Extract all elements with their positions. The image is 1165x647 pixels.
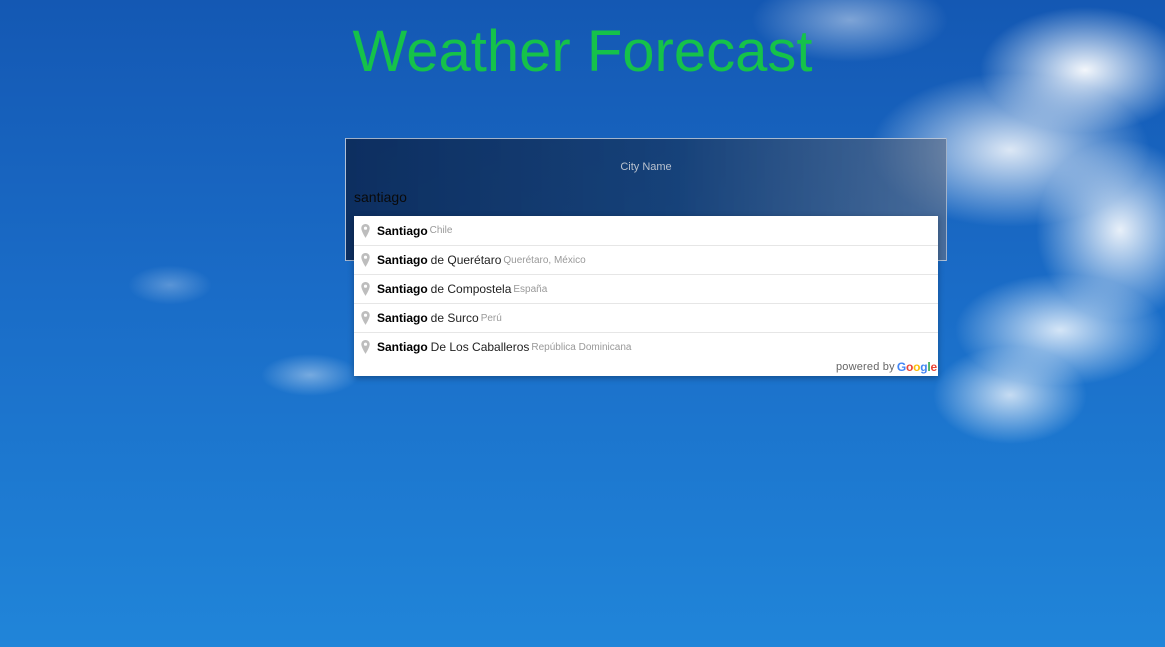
suggestion-secondary: España bbox=[513, 283, 548, 295]
suggestion-match: Santiago bbox=[377, 282, 428, 296]
suggestion-match: Santiago bbox=[377, 311, 428, 325]
suggestion-secondary: Querétaro, México bbox=[503, 254, 586, 266]
google-wordmark: Google bbox=[897, 360, 937, 374]
map-pin-icon bbox=[361, 311, 370, 325]
suggestion-item[interactable]: Santiago de Surco Perú bbox=[354, 303, 938, 332]
suggestion-match: Santiago bbox=[377, 223, 428, 238]
suggestion-match: Santiago bbox=[377, 340, 428, 354]
suggestion-rest: de Surco bbox=[430, 311, 479, 325]
map-pin-icon bbox=[361, 340, 370, 354]
suggestion-rest: De Los Caballeros bbox=[430, 340, 530, 354]
suggestion-item[interactable]: Santiago Chile bbox=[354, 216, 938, 245]
suggestion-match: Santiago bbox=[377, 253, 428, 267]
suggestion-item[interactable]: Santiago De Los Caballeros República Dom… bbox=[354, 332, 938, 361]
city-name-label: City Name bbox=[620, 161, 672, 173]
powered-by-google-logo: powered by Google bbox=[836, 360, 937, 374]
google-letter: o bbox=[913, 360, 921, 374]
suggestion-item[interactable]: Santiago de Querétaro Querétaro, México bbox=[354, 245, 938, 274]
suggestion-secondary: República Dominicana bbox=[531, 341, 632, 353]
google-letter: e bbox=[930, 360, 938, 374]
google-letter: G bbox=[896, 360, 906, 374]
city-name-input[interactable] bbox=[354, 187, 934, 207]
autocomplete-dropdown: Santiago Chile Santiago de Querétaro Que… bbox=[354, 216, 938, 376]
suggestion-rest: de Querétaro bbox=[430, 253, 502, 267]
google-letter: g bbox=[920, 360, 928, 374]
google-letter: o bbox=[905, 360, 914, 374]
suggestion-secondary: Perú bbox=[480, 312, 502, 324]
powered-by-text: powered by bbox=[835, 361, 895, 373]
map-pin-icon bbox=[361, 223, 370, 238]
map-pin-icon bbox=[361, 253, 370, 267]
page-title: Weather Forecast bbox=[352, 19, 813, 84]
suggestion-rest: de Compostela bbox=[430, 282, 512, 296]
map-pin-icon bbox=[361, 282, 370, 296]
suggestion-item[interactable]: Santiago de Compostela España bbox=[354, 274, 938, 303]
suggestion-secondary: Chile bbox=[429, 225, 453, 236]
